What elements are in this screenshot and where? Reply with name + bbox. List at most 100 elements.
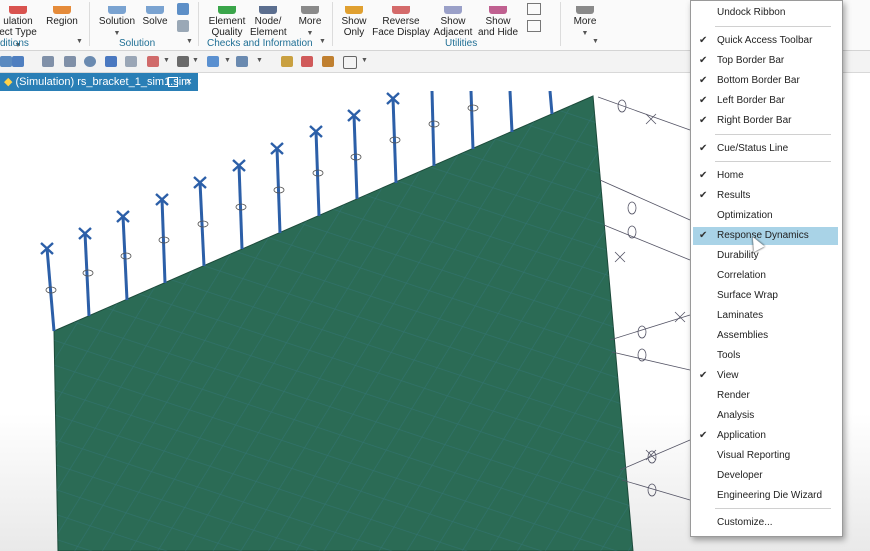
group-expand-icon[interactable]: ▼ <box>319 38 326 45</box>
ribbon-context-menu: Undock Ribbon ✔ Quick Access Toolbar ✔ Top B… <box>690 0 843 537</box>
fit-icon[interactable] <box>42 56 54 67</box>
element-quality-button[interactable]: Element Quality <box>205 6 249 38</box>
menu-separator <box>715 161 831 162</box>
checkmark-icon: ✔ <box>699 230 708 241</box>
menu-item-engineering-die-wizard[interactable]: Engineering Die Wizard <box>693 487 838 505</box>
more-icon <box>301 6 319 14</box>
menu-item-label: Correlation <box>717 270 766 281</box>
region-icon <box>53 6 71 14</box>
show-only-button[interactable]: Show Only <box>338 6 370 38</box>
menu-item-home[interactable]: ✔ Home <box>693 167 838 185</box>
node-element-label: Node/ Element <box>250 16 287 38</box>
show-and-hide-button[interactable]: Show and Hide <box>476 6 520 38</box>
report-icon[interactable] <box>177 20 189 32</box>
menu-item-cue-status-line[interactable]: ✔ Cue/Status Line <box>693 140 838 158</box>
rendering-style-icon[interactable] <box>177 56 189 67</box>
menu-item-optimization[interactable]: Optimization <box>693 207 838 225</box>
region-label: Region <box>46 16 78 27</box>
edit-section-icon[interactable] <box>236 56 248 67</box>
menu-item-label: Response Dynamics <box>717 230 809 241</box>
menu-item-application[interactable]: ✔ Application <box>693 427 838 445</box>
model-icon[interactable] <box>177 3 189 15</box>
menu-item-undock-ribbon[interactable]: Undock Ribbon <box>693 4 838 22</box>
display-section-icon[interactable] <box>207 56 219 67</box>
snap-icon[interactable] <box>322 56 334 67</box>
undock-tab-icon[interactable] <box>168 77 178 87</box>
menu-item-label: Results <box>717 190 751 201</box>
selection-scope-icon[interactable] <box>301 56 313 67</box>
chevron-down-icon[interactable]: ▼ <box>256 57 263 64</box>
checkmark-icon: ✔ <box>699 115 708 126</box>
menu-item-analysis[interactable]: Analysis <box>693 407 838 425</box>
filter-icon[interactable] <box>281 56 293 67</box>
menu-item-view[interactable]: ✔ View <box>693 367 838 385</box>
menu-item-response-dynamics[interactable]: ✔ Response Dynamics <box>693 227 838 245</box>
chevron-down-icon[interactable]: ▼ <box>224 57 231 64</box>
group-label-conditions: ditions <box>0 38 29 49</box>
element-quality-label: Element Quality <box>208 16 246 38</box>
simulation-label: ulation <box>3 16 33 27</box>
menu-item-label: Application <box>717 430 766 441</box>
menu-item-quick-access-toolbar[interactable]: ✔ Quick Access Toolbar <box>693 32 838 50</box>
checkmark-icon: ✔ <box>699 75 708 86</box>
snapshot-icon[interactable] <box>527 20 541 32</box>
checkmark-icon: ✔ <box>699 430 708 441</box>
group-label-utilities: Utilities <box>445 38 478 49</box>
menu-item-results[interactable]: ✔ Results <box>693 187 838 205</box>
menu-item-label: Bottom Border Bar <box>717 75 800 86</box>
fit-view-icon[interactable] <box>125 56 137 67</box>
grid-icon[interactable] <box>343 56 357 69</box>
menu-item-label: Render <box>717 390 750 401</box>
tab-simulation-file[interactable]: ◆ (Simulation) rs_bracket_1_sim1.sim × <box>0 73 198 91</box>
menu-item-label: Analysis <box>717 410 755 421</box>
select-icon[interactable] <box>0 56 12 67</box>
menu-separator <box>715 508 831 509</box>
reverse-face-display-button[interactable]: Reverse Face Display <box>372 6 430 38</box>
view-triad-icon[interactable] <box>527 3 541 15</box>
menu-item-tools[interactable]: Tools <box>693 347 838 365</box>
menu-item-visual-reporting[interactable]: Visual Reporting <box>693 447 838 465</box>
menu-item-right-border-bar[interactable]: ✔ Right Border Bar <box>693 112 838 130</box>
menu-item-customize[interactable]: Customize... <box>693 514 838 532</box>
orient-view-icon[interactable] <box>147 56 159 67</box>
more-utilities-button[interactable]: More ▼ <box>568 6 602 39</box>
menu-item-durability[interactable]: Durability <box>693 247 838 265</box>
menu-separator <box>715 134 831 135</box>
show-adjacent-label: Show Adjacent <box>433 16 473 38</box>
chevron-down-icon[interactable]: ▼ <box>163 57 170 64</box>
chevron-down-icon[interactable]: ▼ <box>361 57 368 64</box>
menu-item-render[interactable]: Render <box>693 387 838 405</box>
menu-item-correlation[interactable]: Correlation <box>693 267 838 285</box>
pan-icon[interactable] <box>105 56 117 67</box>
solution-button[interactable]: Solution ▼ <box>96 6 138 39</box>
more-checks-button[interactable]: More ▼ <box>294 6 326 39</box>
zoom-icon[interactable] <box>64 56 76 67</box>
group-label-solution: Solution <box>119 38 156 49</box>
menu-item-assemblies[interactable]: Assemblies <box>693 327 838 345</box>
group-expand-icon[interactable]: ▼ <box>186 38 193 45</box>
close-tab-icon[interactable]: × <box>186 73 192 91</box>
solve-button[interactable]: Solve <box>140 6 170 27</box>
region-button[interactable]: Region <box>44 6 80 27</box>
menu-item-laminates[interactable]: Laminates <box>693 307 838 325</box>
menu-item-label: Undock Ribbon <box>717 7 786 18</box>
menu-item-developer[interactable]: Developer <box>693 467 838 485</box>
check-icon <box>218 6 236 14</box>
group-expand-icon[interactable]: ▼ <box>76 38 83 45</box>
node-element-icon <box>259 6 277 14</box>
show-only-label: Show Only <box>341 16 367 38</box>
checkmark-icon: ✔ <box>699 95 708 106</box>
menu-item-top-border-bar[interactable]: ✔ Top Border Bar <box>693 52 838 70</box>
chevron-down-icon[interactable]: ▼ <box>192 57 199 64</box>
menu-item-left-border-bar[interactable]: ✔ Left Border Bar <box>693 92 838 110</box>
rotate-icon[interactable] <box>84 56 96 67</box>
cube-icon[interactable] <box>12 56 24 67</box>
show-adjacent-button[interactable]: Show Adjacent <box>432 6 474 38</box>
menu-item-label: Laminates <box>717 310 764 321</box>
menu-item-label: Developer <box>717 470 763 481</box>
node-element-button[interactable]: Node/ Element <box>250 6 287 38</box>
menu-item-surface-wrap[interactable]: Surface Wrap <box>693 287 838 305</box>
menu-item-label: Cue/Status Line <box>717 143 789 154</box>
group-expand-icon[interactable]: ▼ <box>592 38 599 45</box>
menu-item-bottom-border-bar[interactable]: ✔ Bottom Border Bar <box>693 72 838 90</box>
